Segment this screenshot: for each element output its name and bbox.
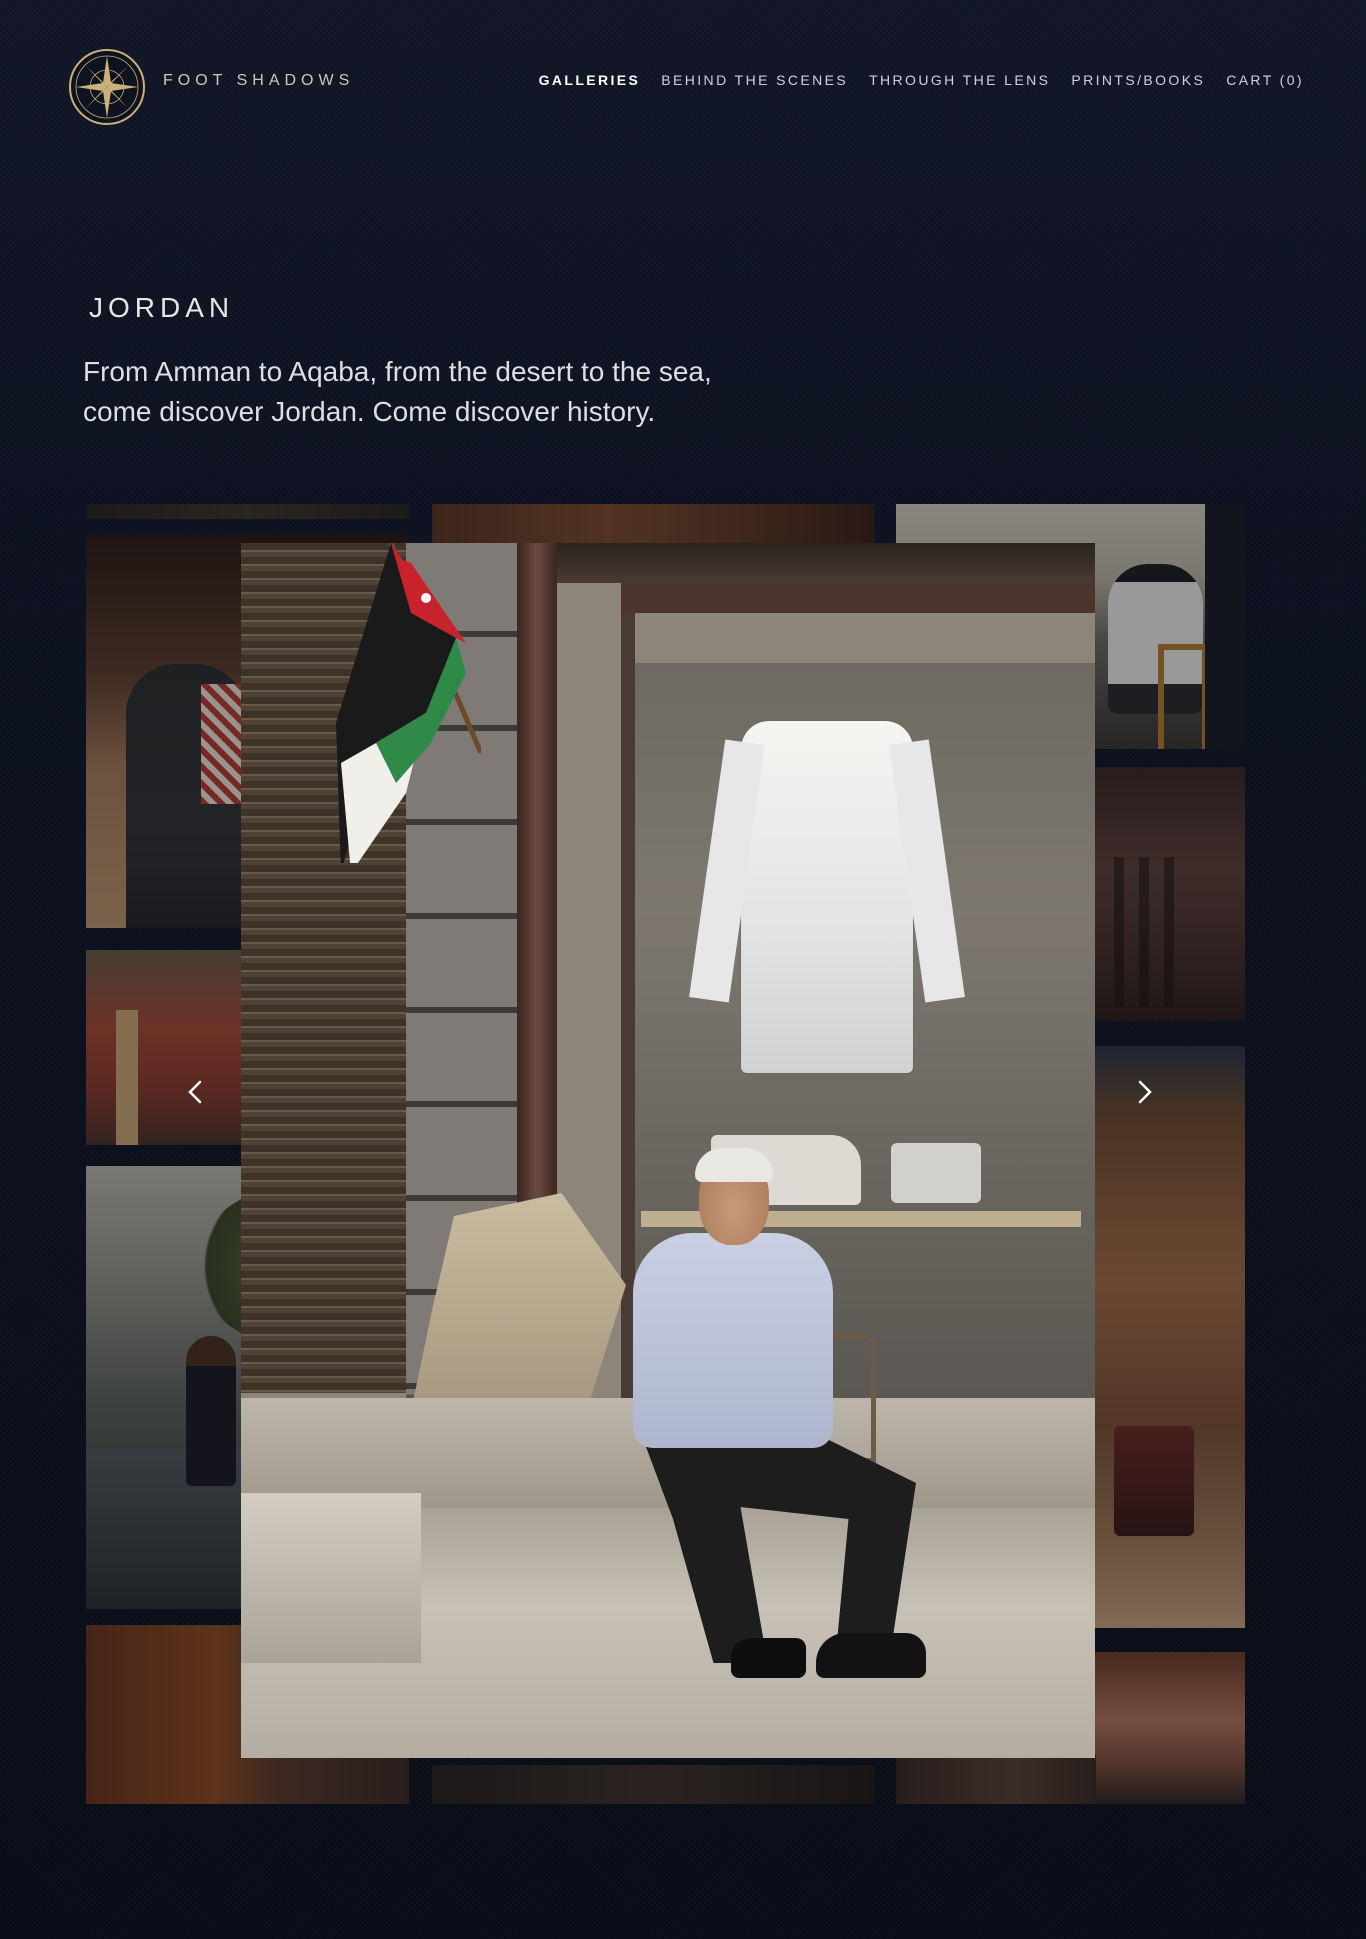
photo-gallery bbox=[0, 0, 1366, 1939]
intro-line-2: come discover Jordan. Come discover hist… bbox=[83, 396, 656, 427]
nav-behind-the-scenes[interactable]: BEHIND THE SCENES bbox=[661, 72, 848, 88]
gallery-thumbnail[interactable] bbox=[432, 504, 874, 544]
gallery-thumbnail[interactable] bbox=[1094, 1046, 1245, 1628]
gallery-thumbnail[interactable] bbox=[86, 504, 409, 519]
main-nav: GALLERIES BEHIND THE SCENES THROUGH THE … bbox=[539, 72, 1304, 88]
nav-through-the-lens[interactable]: THROUGH THE LENS bbox=[869, 72, 1050, 88]
page-title: JORDAN bbox=[89, 292, 235, 323]
nav-galleries[interactable]: GALLERIES bbox=[539, 72, 641, 88]
nav-prints-books[interactable]: PRINTS/BOOKS bbox=[1071, 72, 1205, 88]
gallery-thumbnail[interactable] bbox=[432, 1765, 874, 1804]
lightbox-photo[interactable] bbox=[241, 543, 1095, 1758]
page-intro: From Amman to Aqaba, from the desert to … bbox=[83, 352, 803, 432]
site-header: FOOT SHADOWS GALLERIES BEHIND THE SCENES… bbox=[0, 0, 1366, 170]
gallery-thumbnail[interactable] bbox=[896, 1755, 1096, 1804]
nav-cart[interactable]: CART (0) bbox=[1226, 72, 1304, 88]
intro-line-1: From Amman to Aqaba, from the desert to … bbox=[83, 356, 712, 387]
gallery-thumbnail[interactable] bbox=[1094, 1652, 1245, 1804]
gallery-thumbnail[interactable] bbox=[1094, 767, 1245, 1021]
brand-name[interactable]: FOOT SHADOWS bbox=[163, 72, 354, 90]
white-coat bbox=[741, 721, 913, 1073]
compass-logo-icon[interactable] bbox=[68, 48, 146, 126]
